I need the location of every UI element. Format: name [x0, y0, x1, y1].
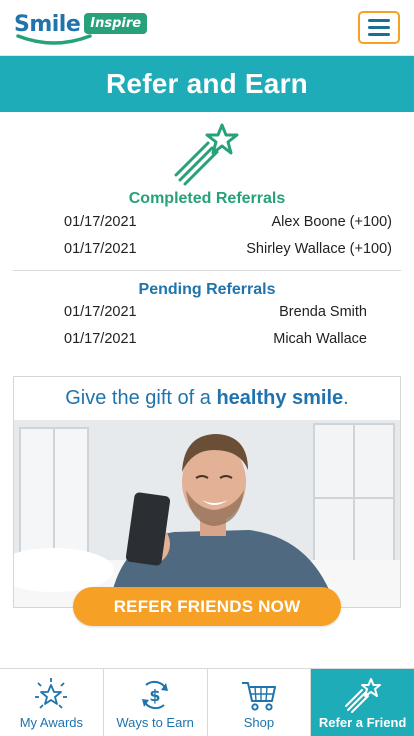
referral-name: Alex Boone (+100): [271, 214, 392, 230]
referral-name: Brenda Smith: [279, 304, 367, 320]
nav-label: Refer a Friend: [318, 715, 407, 730]
smile-inspire-logo[interactable]: Smile Inspire: [14, 12, 148, 46]
promo-card: Give the gift of a healthy smile .: [13, 376, 401, 608]
referral-name: Micah Wallace: [273, 331, 367, 347]
svg-text:$: $: [150, 686, 161, 705]
page-title: Refer and Earn: [106, 68, 308, 99]
hamburger-menu-icon-bar: [368, 19, 390, 22]
promo-headline-prefix: Give the gift of a: [65, 387, 217, 409]
shooting-star-icon: [174, 123, 239, 186]
referral-date: 01/17/2021: [64, 214, 137, 230]
hamburger-menu-button[interactable]: [358, 11, 400, 44]
completed-referral-row: 01/17/2021 Shirley Wallace (+100): [64, 241, 392, 263]
promo-headline: Give the gift of a healthy smile .: [14, 377, 400, 420]
smiling-man-with-phone-illustration: [14, 420, 400, 607]
nav-label: Ways to Earn: [116, 715, 194, 730]
pending-referrals-title: Pending Referrals: [138, 281, 276, 298]
nav-item-my-awards[interactable]: My Awards: [0, 669, 104, 736]
hamburger-menu-icon-bar: [368, 33, 390, 36]
top-bar: Smile Inspire: [0, 0, 414, 56]
promo-headline-suffix: .: [343, 387, 349, 409]
nav-item-refer-a-friend[interactable]: Refer a Friend: [311, 669, 414, 736]
dollar-cycle-icon: $: [142, 680, 169, 710]
bottom-nav: My Awards $ Ways to Earn Shop Refer a Fr…: [0, 668, 414, 736]
promo-photo: [14, 420, 400, 607]
referral-name: Shirley Wallace (+100): [246, 241, 392, 257]
referral-date: 01/17/2021: [64, 304, 137, 320]
refer-friends-now-button[interactable]: REFER FRIENDS NOW: [73, 587, 341, 626]
referral-date: 01/17/2021: [64, 241, 137, 257]
nav-label: Shop: [243, 715, 275, 730]
nav-label: My Awards: [19, 715, 84, 730]
pending-referral-row: 01/17/2021 Brenda Smith: [64, 304, 392, 326]
logo-badge: Inspire: [84, 13, 148, 34]
section-divider: [13, 270, 401, 271]
nav-item-shop[interactable]: Shop: [208, 669, 312, 736]
nav-item-ways-to-earn[interactable]: $ Ways to Earn: [104, 669, 208, 736]
title-band: Refer and Earn: [0, 56, 414, 112]
completed-referral-row: 01/17/2021 Alex Boone (+100): [64, 214, 392, 236]
shopping-cart-icon: [241, 682, 276, 711]
completed-referrals-title: Completed Referrals: [128, 190, 286, 207]
shooting-star-icon: [344, 678, 381, 713]
hamburger-menu-icon-bar: [368, 26, 390, 29]
promo-headline-bold: healthy smile: [216, 387, 344, 409]
referral-date: 01/17/2021: [64, 331, 137, 347]
award-star-icon: [35, 678, 68, 709]
logo-smile-icon: [16, 34, 92, 45]
pending-referral-row: 01/17/2021 Micah Wallace: [64, 331, 392, 353]
